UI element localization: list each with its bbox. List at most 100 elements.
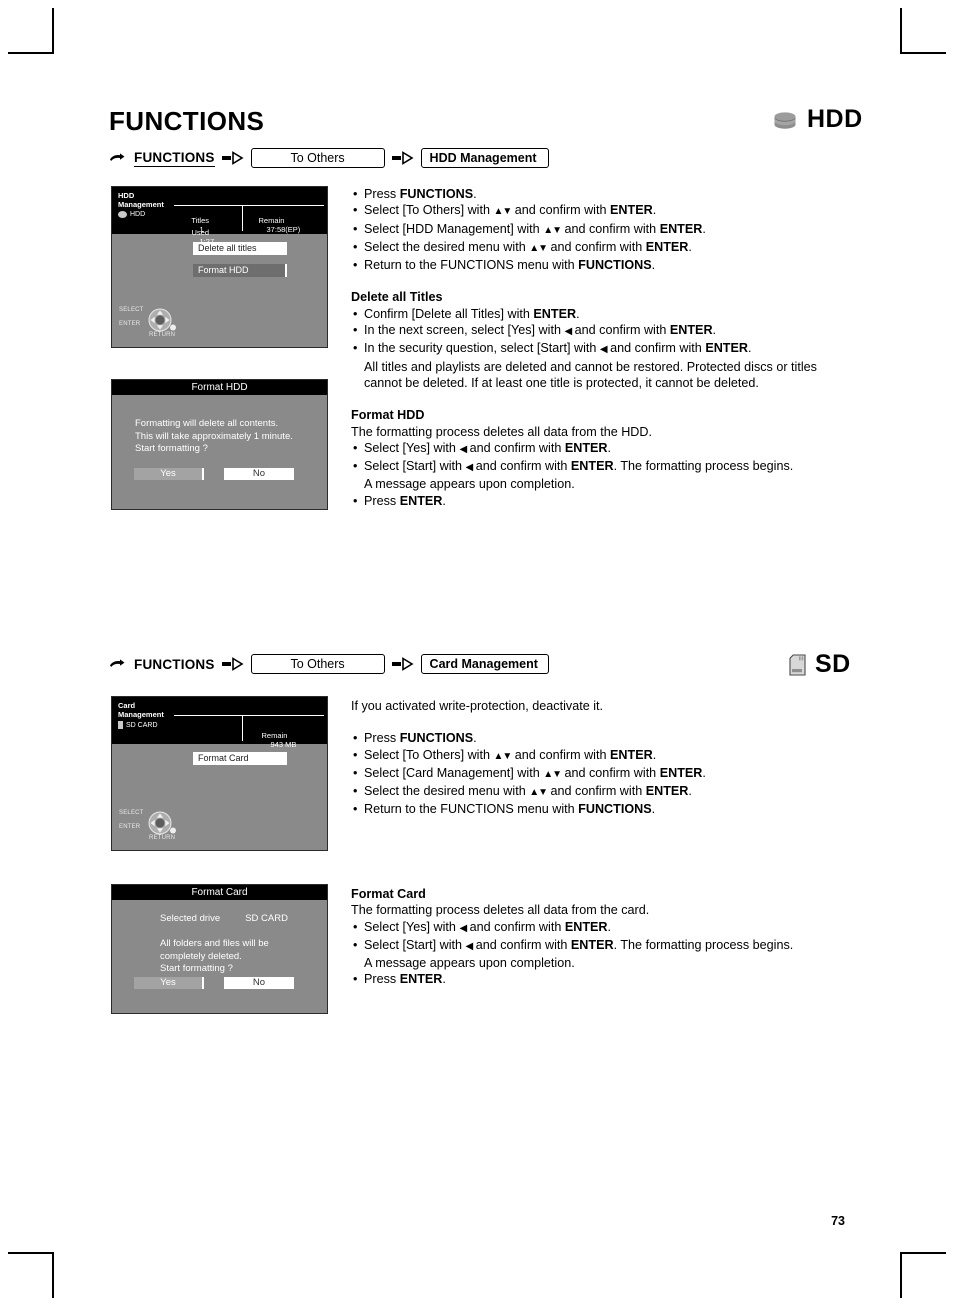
menu-item-label-delete-all-titles: Delete all titles: [198, 243, 257, 253]
dialog-body-format-hdd: Formatting will delete all contents. Thi…: [112, 395, 327, 456]
menu-item-delete-all-titles[interactable]: Delete all titles: [193, 242, 287, 255]
screen-media-label-card: SD CARD: [126, 721, 158, 729]
breadcrumb-step-card-management[interactable]: Card Management: [420, 654, 549, 674]
dpad-icon: SELECT ENTER RETURN: [119, 303, 191, 339]
screen-media-hdd: HDD: [118, 211, 145, 218]
media-logo-hdd: HDD: [772, 105, 863, 134]
sd-card-icon-small: [118, 721, 123, 729]
write-protection-note: If you activated write-protection, deact…: [351, 699, 603, 713]
list-item: Select [Start] with ◀ and confirm with E…: [351, 937, 851, 955]
crop-mark-top-left-v: [52, 8, 54, 54]
sd-card-icon: [789, 653, 806, 676]
breadcrumb-step-hdd-management[interactable]: HDD Management: [420, 148, 549, 168]
list-item: Press ENTER.: [351, 493, 851, 510]
dpad-label-select: SELECT: [119, 307, 144, 313]
block-heading: Format Card: [351, 887, 426, 901]
step-list-hdd: Press FUNCTIONS. Select [To Others] with…: [351, 186, 851, 274]
dialog-format-card: Format Card Selected drive SD CARD All f…: [111, 884, 328, 1014]
hdd-disc-icon-small: [118, 211, 127, 218]
block-delete-all-titles: Delete all Titles Confirm [Delete all Ti…: [351, 289, 851, 391]
stat-label-remain-card: Remain: [261, 731, 288, 740]
list-item: Press ENTER.: [351, 971, 851, 988]
dialog-yes-button-card[interactable]: Yes: [134, 977, 204, 989]
screen-header-rule-card: [174, 715, 324, 716]
dialog-line-3: Start formatting ?: [135, 443, 208, 454]
dialog-no-button-card[interactable]: No: [224, 977, 294, 989]
list-item: In the security question, select [Start]…: [351, 340, 851, 358]
dialog-body-format-card: Selected drive SD CARD: [112, 900, 327, 924]
dialog-no-button-hdd[interactable]: No: [224, 468, 294, 480]
screen-title-line2: Management: [118, 200, 164, 209]
dialog-drive-value: SD CARD: [245, 913, 288, 924]
page-title: FUNCTIONS: [109, 106, 265, 136]
media-logo-label-hdd: HDD: [807, 105, 863, 133]
list-item: Return to the FUNCTIONS menu with FUNCTI…: [351, 257, 851, 274]
dpad-label-enter: ENTER: [119, 321, 141, 327]
block-heading: Format HDD: [351, 408, 425, 423]
menu-item-label-format-card: Format Card: [198, 753, 249, 763]
stat-value-remain-card: 943 MB: [270, 740, 297, 749]
instructions-sd: If you activated write-protection, deact…: [351, 698, 851, 818]
device-screen-hdd-management: HDD Management HDD Titles 1 Used 1:27 Re…: [111, 186, 328, 348]
dialog-yes-button-hdd[interactable]: Yes: [134, 468, 204, 480]
dialog-card-line-1: All folders and files will be: [160, 938, 269, 949]
screen-title-hdd: HDD Management: [118, 191, 164, 209]
breadcrumb-step-to-others-hdd[interactable]: To Others: [250, 148, 385, 168]
stat-value-remain: 37:58(EP): [266, 225, 301, 234]
block-continuation-line-2: cannot be deleted. If at least one title…: [364, 375, 759, 390]
menu-item-format-hdd[interactable]: Format HDD: [193, 264, 287, 277]
breadcrumb-sd: FUNCTIONS To Others Card Management: [109, 654, 549, 674]
block-format-card: Format Card The formatting process delet…: [351, 886, 851, 988]
screen-media-label: HDD: [130, 211, 146, 218]
hdd-disc-icon: [772, 109, 798, 131]
breadcrumb-step-to-others-sd[interactable]: To Others: [250, 654, 385, 674]
screen-header-divider: [242, 205, 243, 231]
list-item: Press FUNCTIONS.: [351, 186, 851, 203]
dialog-card-line-3: Start formatting ?: [160, 963, 233, 974]
breadcrumb-root-sd[interactable]: FUNCTIONS: [134, 657, 215, 672]
list-item: Press FUNCTIONS.: [351, 730, 851, 747]
list-item: Select [To Others] with ▲▼ and confirm w…: [351, 747, 851, 765]
screen-header-rule: [174, 205, 324, 206]
list-item: Select the desired menu with ▲▼ and conf…: [351, 783, 851, 801]
crop-mark-top-right-v: [900, 8, 902, 54]
block-mid-continuation: A message appears upon completion.: [364, 956, 575, 971]
dpad-label-select-2: SELECT: [119, 810, 144, 816]
menu-item-format-card[interactable]: Format Card: [193, 752, 287, 765]
block-heading: Delete all Titles: [351, 290, 443, 305]
menu-item-label-format-hdd: Format HDD: [198, 265, 249, 275]
list-item: Confirm [Delete all Titles] with ENTER.: [351, 306, 851, 323]
screen-header-hdd: HDD Management HDD Titles 1 Used 1:27 Re…: [112, 187, 327, 246]
block-mid-continuation: A message appears upon completion.: [364, 477, 575, 492]
block-continuation-line-1: All titles and playlists are deleted and…: [364, 359, 817, 374]
list-item: Return to the FUNCTIONS menu with FUNCTI…: [351, 801, 851, 818]
crop-mark-bottom-right-h: [900, 1252, 946, 1254]
dialog-card-line-2: completely deleted.: [160, 950, 242, 962]
page-number: 73: [831, 1214, 845, 1228]
breadcrumb-root-hdd[interactable]: FUNCTIONS: [134, 150, 215, 167]
device-screen-card-management: Card Management SD CARD Remain 943 MB Fo…: [111, 696, 328, 851]
arrow-right-icon-4: [391, 657, 414, 671]
dialog-selected-drive-row: Selected drive SD CARD: [160, 913, 327, 924]
screen-media-card: SD CARD: [118, 721, 158, 729]
arrow-right-icon-2: [391, 151, 414, 165]
block-intro: The formatting process deletes all data …: [351, 903, 650, 918]
screen-header-divider-card: [242, 715, 243, 741]
crop-mark-bottom-left-h: [8, 1252, 54, 1254]
list-item: Select [To Others] with ▲▼ and confirm w…: [351, 202, 851, 220]
list-item: Select [Yes] with ◀ and confirm with ENT…: [351, 440, 851, 458]
pointing-hand-icon-2: [109, 658, 131, 671]
list-item: Select [Yes] with ◀ and confirm with ENT…: [351, 919, 851, 937]
screen-stat-remain: Remain 37:58(EP): [246, 207, 301, 243]
arrow-right-icon-3: [221, 657, 244, 671]
crop-mark-bottom-right-v: [900, 1252, 902, 1298]
instructions-hdd: Press FUNCTIONS. Select [To Others] with…: [351, 186, 851, 509]
block-format-hdd: Format HDD The formatting process delete…: [351, 407, 851, 509]
media-logo-label-sd: SD: [815, 650, 851, 678]
dialog-title-format-card: Format Card: [112, 885, 327, 900]
screen-title-card: Card Management: [118, 701, 164, 719]
list-item: Select the desired menu with ▲▼ and conf…: [351, 239, 851, 257]
dialog-format-hdd: Format HDD Formatting will delete all co…: [111, 379, 328, 510]
dpad-icon-2: SELECT ENTER RETURN: [119, 806, 191, 842]
dialog-title-format-hdd: Format HDD: [112, 380, 327, 395]
